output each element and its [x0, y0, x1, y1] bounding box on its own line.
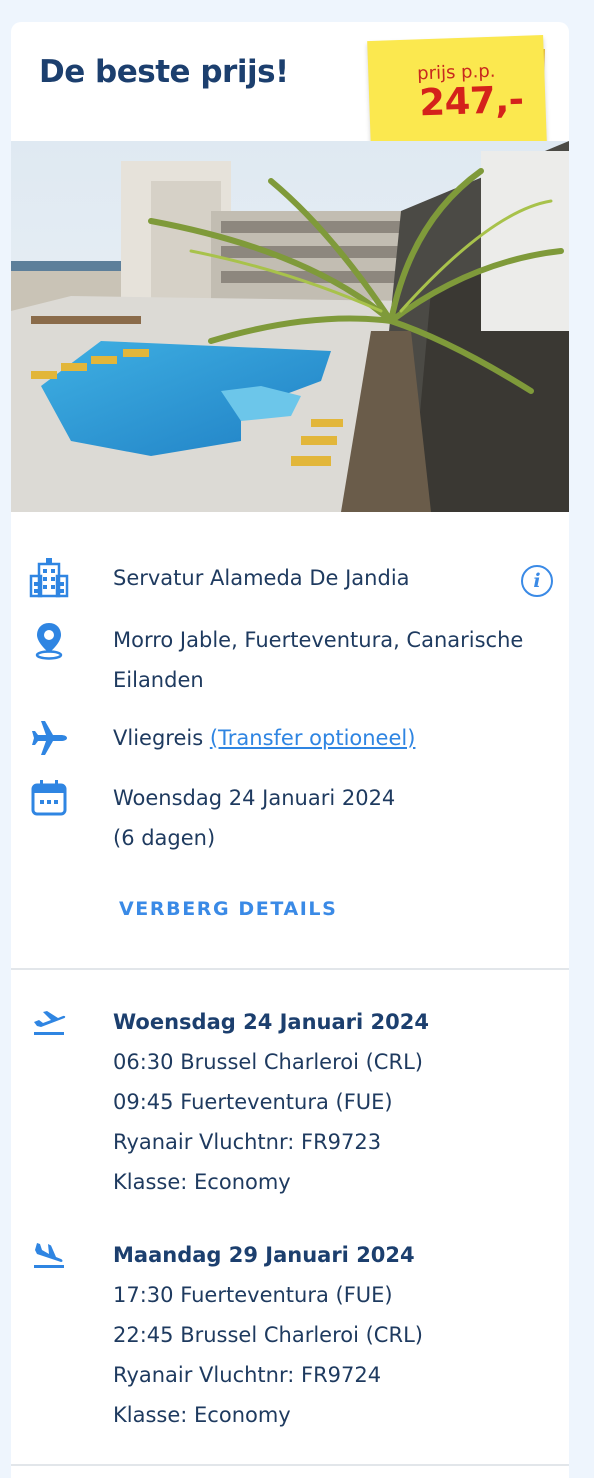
airplane-icon — [29, 718, 69, 758]
date-line2: (6 dagen) — [113, 826, 216, 850]
hotel-name: Servatur Alameda De Jandia — [113, 566, 410, 590]
outbound-flight-details: Woensdag 24 Januari 2024 06:30 Brussel C… — [113, 1002, 553, 1202]
location-text: Morro Jable, Fuerteventura, Canarische E… — [113, 620, 553, 700]
return-arrival: 22:45 Brussel Charleroi (CRL) — [113, 1323, 423, 1347]
price-sticker: prijs p.p. 247,- — [365, 29, 552, 155]
calendar-icon — [29, 778, 69, 818]
hotel-photo[interactable] — [11, 141, 569, 512]
offer-card: De beste prijs! prijs p.p. 247,- Servatu… — [11, 22, 569, 1478]
price-value: 247,- — [418, 77, 525, 125]
hide-details-button[interactable]: VERBERG DETAILS — [119, 898, 337, 920]
plane-arrival-icon — [31, 1241, 67, 1271]
return-date: Maandag 29 Januari 2024 — [113, 1243, 415, 1267]
outbound-flight-number: Ryanair Vluchtnr: FR9723 — [113, 1130, 382, 1154]
location-line2: Eilanden — [113, 668, 204, 692]
building-icon — [29, 558, 69, 598]
location-pin-icon — [29, 620, 69, 660]
transfer-link[interactable]: (Transfer optioneel) — [210, 726, 416, 750]
location-line1: Morro Jable, Fuerteventura, Canarische — [113, 628, 524, 652]
hotel-pool-image — [11, 141, 569, 512]
outbound-class: Klasse: Economy — [113, 1170, 291, 1194]
card-header: De beste prijs! prijs p.p. 247,- — [11, 22, 569, 153]
info-icon[interactable]: i — [521, 565, 553, 597]
date-line1: Woensdag 24 Januari 2024 — [113, 786, 396, 810]
plane-departure-icon — [31, 1008, 67, 1038]
section-divider — [11, 968, 569, 970]
date-text: Woensdag 24 Januari 2024 (6 dagen) — [113, 778, 553, 858]
return-departure: 17:30 Fuerteventura (FUE) — [113, 1283, 393, 1307]
travel-type-text: Vliegreis (Transfer optioneel) — [113, 718, 553, 758]
travel-type: Vliegreis — [113, 726, 204, 750]
outbound-departure: 06:30 Brussel Charleroi (CRL) — [113, 1050, 423, 1074]
bottom-divider — [11, 1464, 569, 1466]
return-flight-details: Maandag 29 Januari 2024 17:30 Fuertevent… — [113, 1235, 553, 1435]
outbound-date: Woensdag 24 Januari 2024 — [113, 1010, 429, 1034]
card-title: De beste prijs! — [39, 54, 289, 90]
return-flight-number: Ryanair Vluchtnr: FR9724 — [113, 1363, 382, 1387]
outbound-arrival: 09:45 Fuerteventura (FUE) — [113, 1090, 393, 1114]
return-class: Klasse: Economy — [113, 1403, 291, 1427]
